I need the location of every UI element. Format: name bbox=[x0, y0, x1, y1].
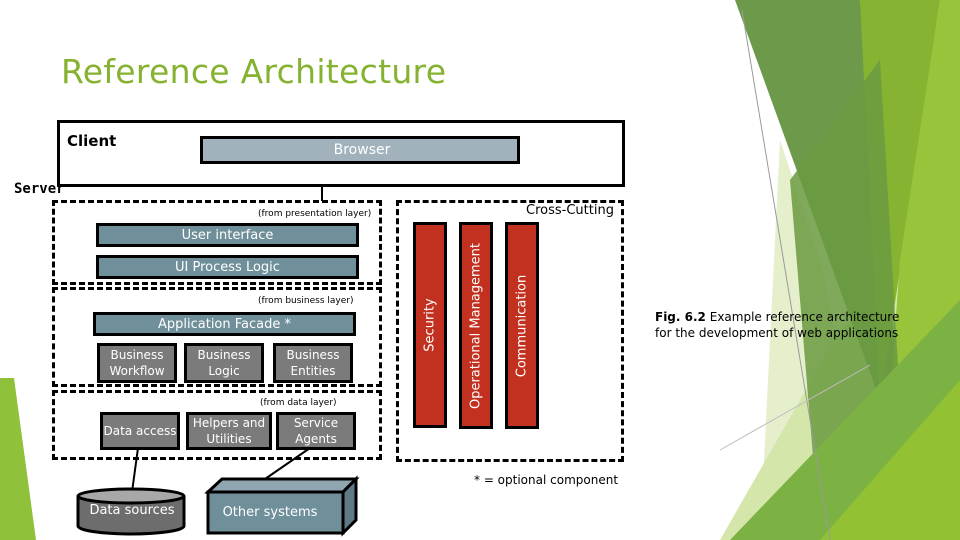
right-deco-light-2 bbox=[720, 250, 960, 540]
right-deco-dark-2 bbox=[790, 60, 900, 540]
business-entities-component: Business Entities bbox=[273, 343, 353, 383]
business-workflow-component: Business Workflow bbox=[97, 343, 177, 383]
operational-management-component: Operational Management bbox=[459, 222, 493, 429]
user-interface-component: User interface bbox=[96, 223, 359, 247]
communication-label: Communication bbox=[514, 274, 530, 377]
deco-thin-line-1 bbox=[741, 9, 831, 540]
data-access-component: Data access bbox=[100, 412, 180, 450]
application-facade-component: Application Facade * bbox=[93, 312, 356, 336]
data-sources-label: Data sources bbox=[89, 503, 175, 518]
server-label: Server bbox=[14, 181, 65, 197]
right-deco-bright-1 bbox=[880, 0, 960, 540]
service-agents-component: Service Agents bbox=[276, 412, 356, 450]
communication-component: Communication bbox=[505, 222, 539, 429]
browser-box: Browser bbox=[200, 136, 520, 164]
operational-management-label: Operational Management bbox=[468, 242, 484, 409]
helpers-utilities-component: Helpers and Utilities bbox=[186, 412, 272, 450]
ui-process-logic-component: UI Process Logic bbox=[96, 255, 359, 279]
security-component: Security bbox=[413, 222, 447, 428]
business-layer-note: (from business layer) bbox=[258, 296, 354, 306]
other-systems-label: Other systems bbox=[222, 505, 318, 520]
figure-caption: Fig. 6.2 Example reference architecture f… bbox=[655, 309, 899, 341]
deco-thin-line-2 bbox=[719, 364, 871, 451]
right-deco-green-lower-2 bbox=[820, 380, 960, 540]
data-layer-note: (from data layer) bbox=[260, 398, 337, 408]
figure-label: Fig. 6.2 bbox=[655, 310, 706, 324]
left-green-triangle bbox=[0, 378, 36, 540]
security-label: Security bbox=[422, 298, 438, 352]
optional-component-note: * = optional component bbox=[474, 473, 619, 487]
presentation-layer-note: (from presentation layer) bbox=[258, 209, 372, 219]
client-label: Client bbox=[67, 132, 117, 150]
slide-title: Reference Architecture bbox=[61, 52, 447, 91]
cross-cutting-label: Cross-Cutting bbox=[526, 203, 614, 218]
business-logic-component: Business Logic bbox=[184, 343, 264, 383]
